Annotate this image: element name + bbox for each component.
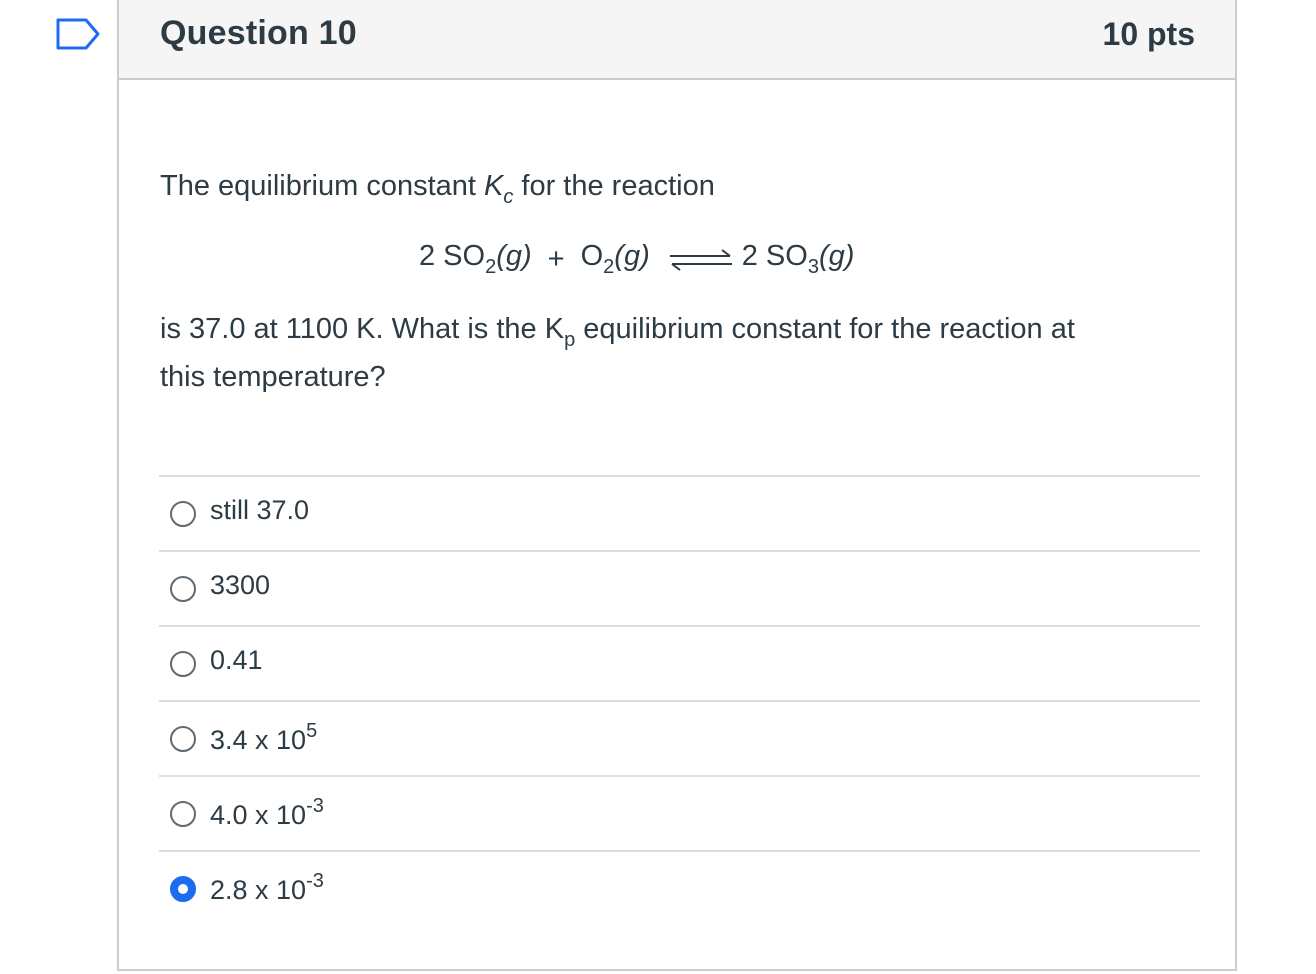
reaction-equation: 2 SO2(g) + O2(g) 2 SO3(g) [419, 240, 854, 279]
radio-button-selected[interactable] [170, 876, 196, 902]
equilibrium-arrows-icon [666, 247, 736, 273]
answer-label[interactable]: 0.41 [210, 645, 263, 676]
eq-plus: + [547, 243, 565, 275]
answer-value: 2.8 x 10 [210, 875, 307, 905]
answer-option[interactable]: 3300 [159, 550, 1200, 625]
eq-left: 2 SO2(g) [419, 240, 532, 279]
answer-label[interactable]: 3.4 x 105 [210, 720, 317, 756]
flag-question-icon[interactable] [56, 18, 100, 50]
question-header: Question 10 10 pts [119, 0, 1235, 80]
answer-label[interactable]: still 37.0 [210, 495, 309, 526]
answer-option[interactable]: 2.8 x 10-3 [159, 850, 1200, 925]
eq-right-sub: 3 [807, 256, 819, 278]
k-subscript: c [503, 186, 514, 208]
radio-button[interactable] [170, 501, 196, 527]
question-title: Question 10 [160, 14, 357, 52]
answer-value: 3.4 x 10 [210, 725, 307, 755]
eq-left-state: (g) [496, 240, 532, 272]
eq-right-state: (g) [818, 240, 855, 272]
line2-pre: is 37.0 at 1100 K. What is the K [160, 313, 565, 345]
answer-label[interactable]: 3300 [210, 570, 270, 601]
radio-button[interactable] [170, 576, 196, 602]
k-symbol: K [484, 170, 504, 202]
answer-option[interactable]: 4.0 x 10-3 [159, 775, 1200, 850]
question-text-end: this temperature? [160, 361, 386, 393]
answer-label[interactable]: 4.0 x 10-3 [210, 795, 324, 831]
eq-left-sub: 2 [485, 256, 497, 278]
intro-pre: The equilibrium constant [160, 170, 484, 202]
answer-exponent: 5 [306, 720, 318, 742]
eq-right: 2 SO3(g) [742, 240, 855, 279]
question-text-main: is 37.0 at 1100 K. What is the Kp equili… [160, 313, 1075, 352]
eq-o2-species: O [580, 240, 604, 272]
eq-o2-state: (g) [614, 240, 650, 272]
answer-value: 0.41 [210, 645, 263, 675]
eq-o2: O2(g) [581, 240, 650, 279]
answer-label[interactable]: 2.8 x 10-3 [210, 870, 324, 906]
question-card: Question 10 10 pts The equilibrium const… [117, 0, 1237, 971]
eq-left-species: 2 SO [419, 240, 486, 272]
question-points: 10 pts [1102, 16, 1195, 52]
answer-value: 4.0 x 10 [210, 800, 307, 830]
kp-subscript: p [564, 329, 576, 351]
radio-button[interactable] [170, 726, 196, 752]
answer-value: still 37.0 [210, 495, 310, 525]
answer-option[interactable]: 0.41 [159, 625, 1200, 700]
answer-list: still 37.0 3300 0.41 3.4 x 105 4.0 x 10-3 2.8… [159, 475, 1200, 925]
intro-post: for the reaction [513, 170, 715, 202]
eq-right-species: 2 SO [741, 240, 808, 272]
answer-option[interactable]: 3.4 x 105 [159, 700, 1200, 775]
eq-o2-sub: 2 [603, 256, 615, 278]
answer-value: 3300 [210, 570, 271, 600]
radio-button[interactable] [170, 801, 196, 827]
line2-post: equilibrium constant for the reaction at [575, 313, 1075, 345]
answer-exponent: -3 [306, 795, 324, 817]
question-text-intro: The equilibrium constant Kc for the reac… [160, 170, 715, 209]
radio-button[interactable] [170, 651, 196, 677]
answer-exponent: -3 [306, 870, 324, 892]
answer-option[interactable]: still 37.0 [159, 475, 1200, 550]
